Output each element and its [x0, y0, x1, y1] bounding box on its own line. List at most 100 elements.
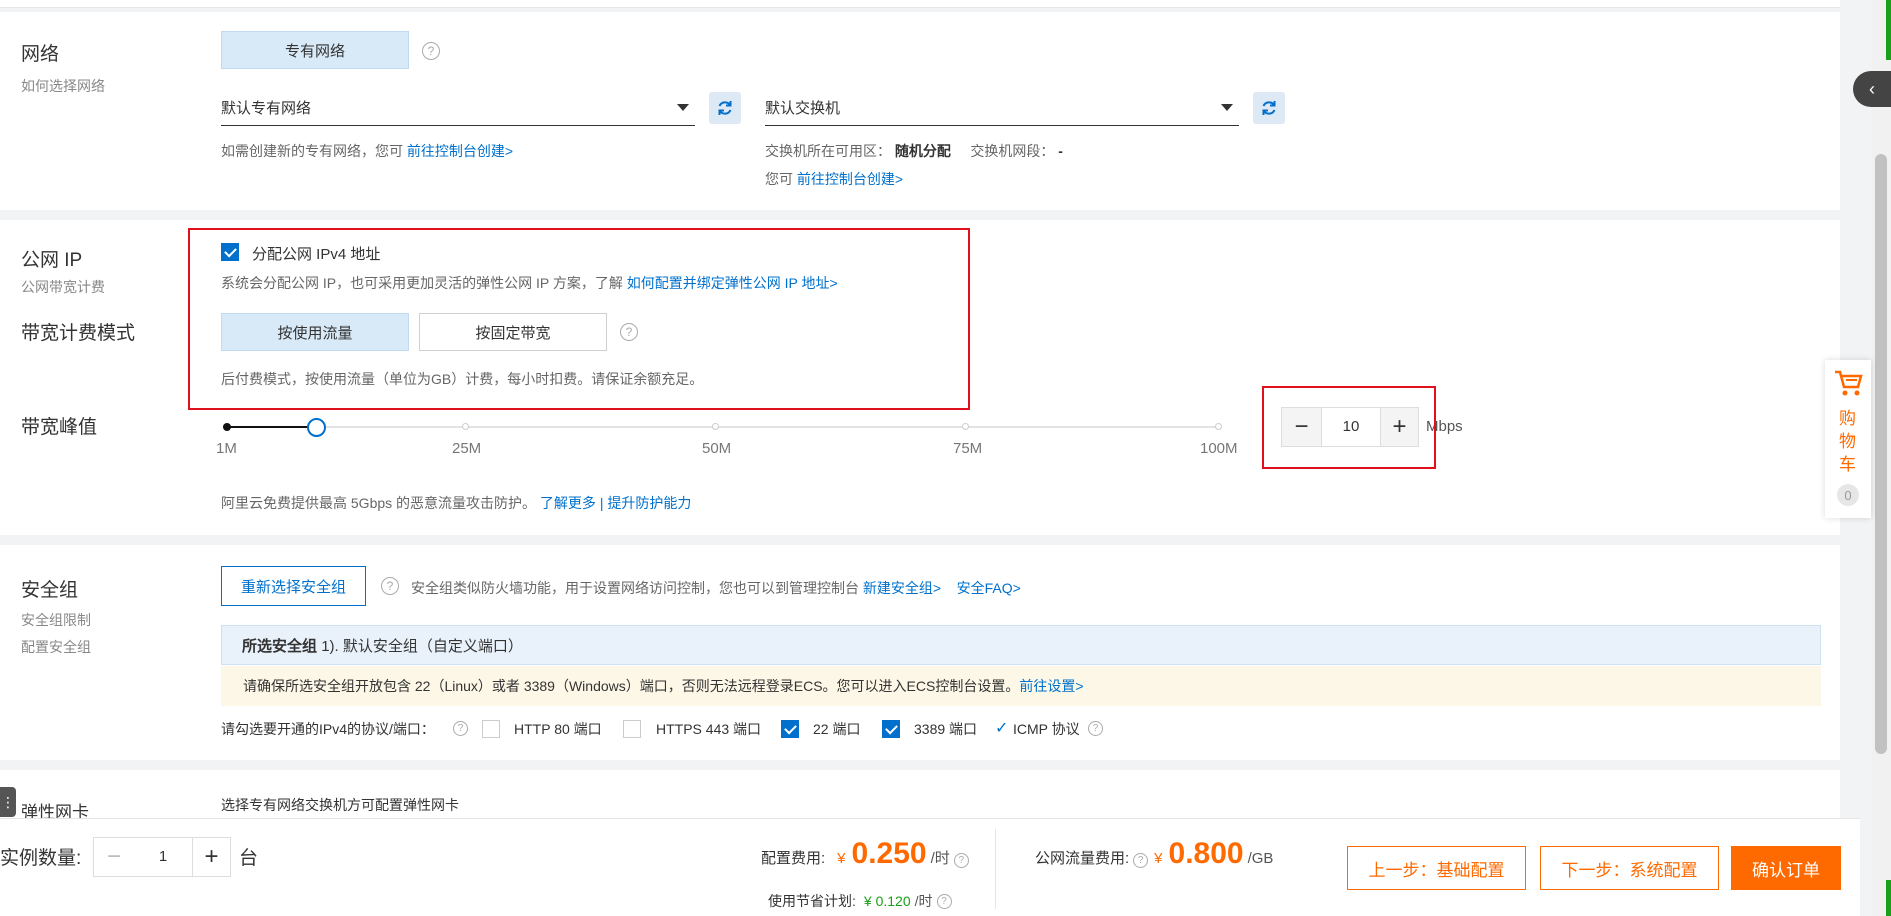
vswitch-select-value: 默认交换机: [765, 100, 841, 117]
qty-increase-button[interactable]: +: [192, 838, 230, 876]
new-security-group-link[interactable]: 新建安全组>: [863, 580, 941, 596]
refresh-icon: [1262, 101, 1276, 115]
security-group-desc-text: 安全组类似防火墙功能，用于设置网络访问控制，您也可以到管理控制台: [411, 580, 859, 596]
network-help-link[interactable]: 如何选择网络: [21, 76, 105, 96]
traffic-fee-value: 0.800: [1168, 837, 1244, 870]
bandwidth-peak-title: 带宽峰值: [21, 417, 98, 438]
network-panel: 网络 如何选择网络 专有网络 ? 默认专有网络 默认交换机 如需创建新的专有网络…: [0, 12, 1840, 210]
cart-label-char: 购: [1839, 409, 1856, 428]
vswitch-zone-info: 交换机所在可用区： 随机分配 交换机网段： -: [765, 141, 1063, 161]
savings-plan-value: ¥ 0.120: [863, 893, 911, 909]
security-faq-link[interactable]: 安全FAQ>: [957, 580, 1021, 596]
help-icon[interactable]: ?: [422, 42, 440, 60]
config-fee-label: 配置费用:: [761, 850, 826, 867]
slider-tick-label: 1M: [216, 440, 237, 457]
selected-security-group-value: 1). 默认安全组（自定义端口）: [321, 637, 523, 655]
slider-start-dot: [223, 423, 231, 431]
slider-fill: [226, 426, 316, 428]
savings-plan-label: 使用节省计划:: [768, 893, 856, 909]
help-icon[interactable]: ?: [1088, 721, 1103, 736]
eni-hint: 选择专有网络交换机方可配置弹性网卡: [221, 797, 459, 813]
order-footer: 实例数量: − 1 + 台 配置费用: ¥ 0.250 /时 ? 使用节省计划:…: [0, 818, 1860, 916]
vpc-hint: 如需创建新的专有网络，您可 前往控制台创建>: [221, 141, 513, 161]
ports-label: 请勾选要开通的IPv4的协议/端口：: [221, 721, 435, 737]
chevron-down-icon: [1221, 104, 1233, 111]
footer-divider: [995, 829, 996, 909]
configure-security-group-link[interactable]: 配置安全组: [21, 637, 91, 657]
port-https-443-checkbox[interactable]: [623, 720, 641, 738]
network-title: 网络: [21, 44, 60, 65]
security-group-desc: 安全组类似防火墙功能，用于设置网络访问控制，您也可以到管理控制台 新建安全组> …: [411, 578, 1021, 598]
prev-step-button[interactable]: 上一步：基础配置: [1347, 846, 1526, 890]
public-ip-title: 公网 IP: [21, 250, 83, 271]
scrollbar-thumb[interactable]: [1875, 154, 1887, 754]
edge-accent: [1886, 880, 1891, 916]
scrollbar[interactable]: [1872, 0, 1891, 916]
go-settings-link[interactable]: 前往设置>: [1019, 676, 1083, 696]
collapse-panel-button[interactable]: ‹: [1853, 71, 1891, 107]
vpc-create-link[interactable]: 前往控制台创建>: [407, 143, 513, 159]
help-icon[interactable]: ?: [1133, 853, 1149, 868]
vpc-type-button[interactable]: 专有网络: [221, 31, 409, 69]
slider-tick: [962, 423, 969, 430]
port-22-checkbox[interactable]: [781, 720, 799, 738]
vswitch-select[interactable]: 默认交换机: [765, 90, 1239, 126]
reselect-security-group-button[interactable]: 重新选择安全组: [221, 566, 366, 606]
shopping-cart-widget[interactable]: 购 物 车 0: [1825, 360, 1871, 518]
ddos-separator: |: [599, 495, 604, 511]
refresh-vswitch-button[interactable]: [1253, 92, 1285, 124]
vpc-select[interactable]: 默认专有网络: [221, 90, 695, 126]
qty-input[interactable]: 1: [134, 838, 192, 876]
port-warning-text: 请确保所选安全组开放包含 22（Linux）或者 3389（Windows）端口…: [243, 678, 1020, 694]
slider-tick: [1215, 423, 1222, 430]
qty-unit: 台: [239, 848, 259, 869]
billing-mode-title: 带宽计费模式: [21, 323, 136, 344]
port-warning-bar: 请确保所选安全组开放包含 22（Linux）或者 3389（Windows）端口…: [221, 666, 1821, 706]
ddos-info: 阿里云免费提供最高 5Gbps 的恶意流量攻击防护。 了解更多 | 提升防护能力: [221, 493, 691, 513]
upgrade-protection-link[interactable]: 提升防护能力: [607, 495, 691, 511]
checkmark-icon: ✓: [995, 720, 1009, 737]
port-http-80-checkbox[interactable]: [482, 720, 500, 738]
port-3389-checkbox[interactable]: [882, 720, 900, 738]
next-step-button[interactable]: 下一步：系统配置: [1540, 846, 1719, 890]
vswitch-hint: 您可 前往控制台创建>: [765, 169, 903, 189]
port-label: 22 端口: [813, 721, 861, 737]
per-hour-unit: /时: [930, 850, 950, 867]
vswitch-create-link[interactable]: 前往控制台创建>: [797, 171, 903, 187]
side-menu-handle[interactable]: ⋮: [0, 787, 16, 817]
port-label: HTTP 80 端口: [514, 721, 602, 737]
help-icon[interactable]: ?: [936, 893, 952, 909]
confirm-order-button[interactable]: 确认订单: [1731, 846, 1841, 890]
ddos-text: 阿里云免费提供最高 5Gbps 的恶意流量攻击防护。: [221, 495, 537, 511]
learn-more-link[interactable]: 了解更多: [540, 495, 596, 511]
qty-decrease-button[interactable]: −: [94, 838, 134, 876]
slider-track: [226, 426, 1220, 428]
per-gb-unit: /GB: [1247, 850, 1274, 867]
help-icon[interactable]: ?: [953, 853, 969, 868]
security-group-title: 安全组: [21, 580, 79, 601]
port-label: HTTPS 443 端口: [656, 721, 762, 737]
config-fee-currency: ¥: [837, 850, 846, 867]
refresh-vpc-button[interactable]: [709, 92, 741, 124]
traffic-fee-currency: ¥: [1154, 850, 1163, 867]
vswitch-zone-label: 交换机所在可用区：: [765, 143, 891, 159]
vswitch-zone-value: 随机分配: [894, 143, 951, 159]
selected-security-group-label: 所选安全组: [242, 637, 318, 655]
vpc-hint-text: 如需创建新的专有网络，您可: [221, 143, 403, 159]
help-icon[interactable]: ?: [381, 577, 399, 595]
slider-tick: [462, 423, 469, 430]
vswitch-hint-text: 您可: [765, 171, 793, 187]
help-icon[interactable]: ?: [453, 721, 468, 736]
slider-tick: [712, 423, 719, 430]
edge-accent: [1886, 0, 1891, 60]
slider-tick-label: 50M: [702, 440, 732, 457]
icmp-label: ICMP 协议: [1013, 721, 1080, 737]
port-label: 3389 端口: [914, 721, 978, 737]
security-group-panel: 安全组 安全组限制 配置安全组 重新选择安全组 ? 安全组类似防火墙功能，用于设…: [0, 545, 1840, 760]
public-ip-subtitle: 公网带宽计费: [21, 279, 105, 295]
highlight-box: [1262, 386, 1436, 469]
slider-handle[interactable]: [307, 418, 326, 437]
refresh-icon: [718, 101, 732, 115]
savings-plan: 使用节省计划: ¥ 0.120 /时 ?: [768, 891, 952, 911]
slider-tick-label: 25M: [452, 440, 482, 457]
